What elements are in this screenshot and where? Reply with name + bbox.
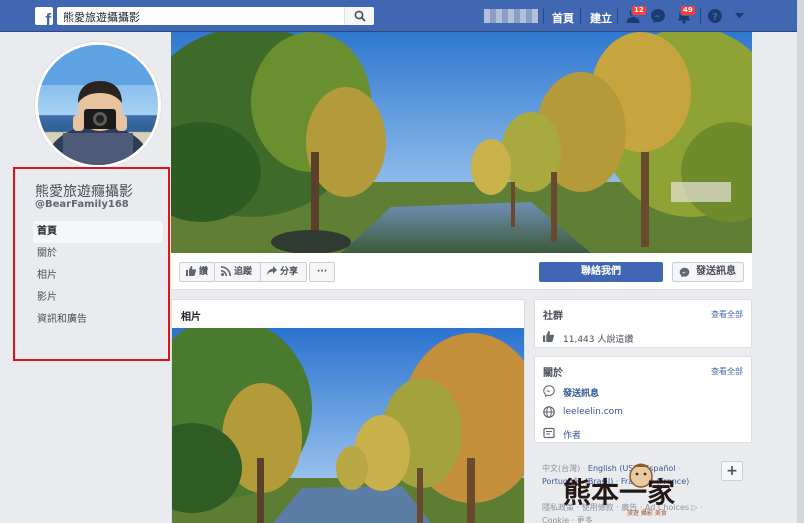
community-see-all-link[interactable]: 查看全部 — [711, 309, 743, 320]
side-nav-info-ads[interactable]: 資訊和廣告 — [33, 309, 163, 331]
share-button[interactable]: 分享 — [261, 262, 307, 282]
author-icon — [543, 427, 555, 439]
messenger-icon — [543, 385, 555, 397]
add-language-button[interactable]: + — [721, 461, 743, 481]
contact-us-button[interactable]: 聯絡我們 — [539, 262, 663, 282]
globe-icon — [543, 406, 555, 418]
page-side-nav: 首頁 關於 相片 影片 資訊和廣告 — [33, 221, 163, 331]
nav-divider — [543, 8, 544, 24]
side-nav-videos[interactable]: 影片 — [33, 287, 163, 309]
like-icon — [186, 265, 196, 276]
page-action-bar: 讚 追蹤 分享 ··· 聯絡我們 發送訊息 — [171, 253, 752, 290]
about-website-link[interactable]: leeleelin.com — [563, 407, 623, 417]
featured-photo-image — [172, 328, 524, 523]
share-icon — [267, 265, 277, 275]
follow-label: 追蹤 — [234, 267, 253, 277]
search-button[interactable] — [344, 7, 374, 25]
cover-photo[interactable] — [171, 32, 752, 253]
side-nav-about[interactable]: 關於 — [33, 243, 163, 265]
community-card: 社群 查看全部 11,443 人說這讚 — [534, 299, 752, 348]
facebook-logo-icon[interactable]: f — [35, 7, 53, 28]
nav-divider — [700, 8, 701, 24]
like-icon — [543, 331, 554, 342]
about-author-link[interactable]: 作者 — [563, 428, 581, 441]
watermark-text: 熊本一家 — [563, 476, 675, 509]
svg-text:?: ? — [712, 12, 718, 23]
side-nav-home[interactable]: 首頁 — [33, 221, 163, 243]
avatar-illustration — [38, 45, 158, 165]
dropdown-arrow-icon[interactable] — [735, 13, 744, 19]
page-name[interactable]: 熊愛旅遊癮攝影 — [35, 181, 133, 201]
top-navigation-bar: f 熊愛旅遊攝攝影 首頁 建立 12 49 ? — [0, 0, 804, 32]
nav-divider — [617, 8, 618, 24]
help-icon[interactable]: ? — [707, 8, 723, 24]
like-button[interactable]: 讚 — [179, 262, 215, 282]
send-message-button[interactable]: 發送訊息 — [672, 262, 744, 282]
like-label: 讚 — [199, 267, 209, 277]
messenger-icon[interactable] — [650, 8, 666, 24]
about-message-link[interactable]: 發送訊息 — [563, 386, 599, 399]
messenger-icon — [679, 267, 690, 278]
notifications-badge: 49 — [680, 5, 696, 16]
nav-home-link[interactable]: 首頁 — [552, 10, 574, 26]
about-see-all-link[interactable]: 查看全部 — [711, 366, 743, 377]
page-avatar[interactable] — [35, 42, 161, 168]
search-box[interactable]: 熊愛旅遊攝攝影 — [57, 7, 374, 25]
search-icon — [354, 10, 366, 22]
watermark-logo: 熊本一家 旅遊 攝影 美食 — [563, 463, 675, 517]
window-edge — [797, 0, 804, 523]
featured-photo[interactable] — [172, 328, 524, 523]
more-options-button[interactable]: ··· — [309, 262, 335, 282]
send-message-label: 發送訊息 — [696, 266, 736, 277]
rss-icon — [221, 265, 231, 276]
photos-card-title[interactable]: 相片 — [181, 308, 201, 323]
community-title[interactable]: 社群 — [543, 307, 563, 322]
community-likes-text: 11,443 人說這讚 — [563, 335, 634, 345]
watermark-subtext: 旅遊 攝影 美食 — [627, 509, 667, 517]
side-nav-photos[interactable]: 相片 — [33, 265, 163, 287]
avatar-photo — [38, 45, 158, 165]
nav-divider — [580, 8, 581, 24]
page-username[interactable]: @BearFamily168 — [35, 199, 129, 210]
nav-create-link[interactable]: 建立 — [590, 10, 612, 26]
follow-button[interactable]: 追蹤 — [215, 262, 261, 282]
profile-name-blurred[interactable] — [484, 9, 538, 23]
about-card: 關於 查看全部 發送訊息 leeleelin.com 作者 — [534, 356, 752, 443]
search-input[interactable]: 熊愛旅遊攝攝影 — [63, 9, 140, 25]
cover-photo-image — [171, 32, 752, 253]
friend-requests-badge: 12 — [631, 5, 647, 16]
share-label: 分享 — [280, 267, 299, 277]
photos-card: 相片 — [171, 299, 525, 523]
about-title[interactable]: 關於 — [543, 364, 563, 379]
